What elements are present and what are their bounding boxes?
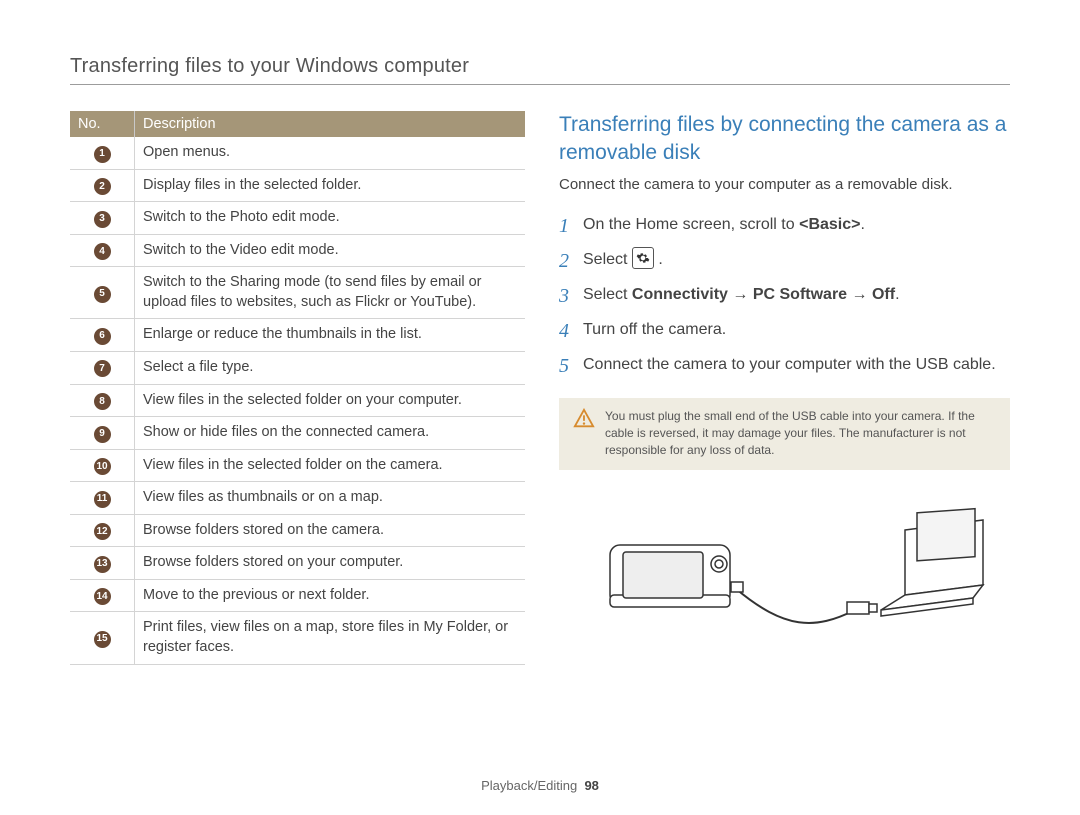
table-row: 14 Move to the previous or next folder. (70, 579, 525, 612)
row-number-icon: 4 (94, 243, 111, 260)
row-desc: Switch to the Photo edit mode. (135, 202, 526, 235)
row-desc: Browse folders stored on the camera. (135, 514, 526, 547)
step-bold: Connectivity → PC Software → Off (632, 286, 895, 303)
row-desc: Open menus. (135, 137, 526, 169)
row-desc: Print files, view files on a map, store … (135, 612, 526, 664)
row-desc: View files in the selected folder on you… (135, 384, 526, 417)
row-number-icon: 15 (94, 631, 111, 648)
row-desc: Switch to the Video edit mode. (135, 234, 526, 267)
row-number-icon: 14 (94, 588, 111, 605)
step-item: Connect the camera to your computer with… (559, 351, 1010, 382)
row-number-icon: 8 (94, 393, 111, 410)
table-row: 6 Enlarge or reduce the thumbnails in the… (70, 319, 525, 352)
page-title: Transferring files to your Windows compu… (70, 55, 1010, 85)
step-text: Select (583, 251, 632, 268)
footer-section: Playback/Editing (481, 778, 577, 793)
row-desc: Select a file type. (135, 351, 526, 384)
right-column: Transferring files by connecting the cam… (559, 111, 1010, 665)
table-row: 2 Display files in the selected folder. (70, 169, 525, 202)
step-item: Select . (559, 246, 1010, 277)
row-desc: Switch to the Sharing mode (to send file… (135, 267, 526, 319)
row-number-icon: 5 (94, 286, 111, 303)
row-desc: Browse folders stored on your computer. (135, 547, 526, 580)
steps-list: On the Home screen, scroll to <Basic>. S… (559, 211, 1010, 382)
row-desc: Enlarge or reduce the thumbnails in the … (135, 319, 526, 352)
table-row: 11 View files as thumbnails or on a map. (70, 482, 525, 515)
table-row: 5 Switch to the Sharing mode (to send fil… (70, 267, 525, 319)
page-footer: Playback/Editing 98 (0, 778, 1080, 793)
row-desc: Show or hide files on the connected came… (135, 417, 526, 450)
row-number-icon: 10 (94, 458, 111, 475)
step-text: . (895, 286, 899, 303)
table-row: 7 Select a file type. (70, 351, 525, 384)
th-description: Description (135, 111, 526, 137)
caution-note: You must plug the small end of the USB c… (559, 398, 1010, 470)
row-desc: Display files in the selected folder. (135, 169, 526, 202)
table-row: 9 Show or hide files on the connected cam… (70, 417, 525, 450)
step-text: . (658, 251, 662, 268)
step-text: . (860, 216, 864, 233)
row-desc: View files as thumbnails or on a map. (135, 482, 526, 515)
section-intro: Connect the camera to your computer as a… (559, 176, 1010, 193)
table-row: 3 Switch to the Photo edit mode. (70, 202, 525, 235)
manual-page: Transferring files to your Windows compu… (0, 0, 1080, 815)
row-number-icon: 1 (94, 146, 111, 163)
row-number-icon: 11 (94, 491, 111, 508)
table-row: 8 View files in the selected folder on yo… (70, 384, 525, 417)
step-text: Select (583, 286, 632, 303)
row-desc: Move to the previous or next folder. (135, 579, 526, 612)
row-number-icon: 3 (94, 211, 111, 228)
warning-triangle-icon (573, 408, 595, 428)
table-row: 4 Switch to the Video edit mode. (70, 234, 525, 267)
row-number-icon: 2 (94, 178, 111, 195)
table-row: 15 Print files, view files on a map, stor… (70, 612, 525, 664)
table-row: 12 Browse folders stored on the camera. (70, 514, 525, 547)
step-item: On the Home screen, scroll to <Basic>. (559, 211, 1010, 242)
th-no: No. (70, 111, 135, 137)
row-number-icon: 13 (94, 556, 111, 573)
step-text: Connect the camera to your computer with… (583, 351, 996, 378)
camera-to-laptop-illustration (559, 490, 1010, 640)
step-item: Turn off the camera. (559, 316, 1010, 347)
row-number-icon: 9 (94, 426, 111, 443)
row-number-icon: 12 (94, 523, 111, 540)
step-bold: <Basic> (799, 216, 860, 233)
content-columns: No. Description 1 Open menus. 2 Display fi… (70, 111, 1010, 665)
note-text: You must plug the small end of the USB c… (605, 408, 996, 460)
left-column: No. Description 1 Open menus. 2 Display fi… (70, 111, 525, 665)
table-row: 10 View files in the selected folder on t… (70, 449, 525, 482)
row-desc: View files in the selected folder on the… (135, 449, 526, 482)
step-item: Select Connectivity → PC Software → Off. (559, 281, 1010, 312)
description-table: No. Description 1 Open menus. 2 Display fi… (70, 111, 525, 665)
table-row: 1 Open menus. (70, 137, 525, 169)
table-row: 13 Browse folders stored on your computer… (70, 547, 525, 580)
section-heading: Transferring files by connecting the cam… (559, 111, 1010, 168)
footer-page-number: 98 (584, 778, 598, 793)
step-text: On the Home screen, scroll to (583, 216, 799, 233)
settings-gear-icon (632, 247, 654, 269)
step-text: Turn off the camera. (583, 316, 726, 343)
row-number-icon: 7 (94, 360, 111, 377)
row-number-icon: 6 (94, 328, 111, 345)
